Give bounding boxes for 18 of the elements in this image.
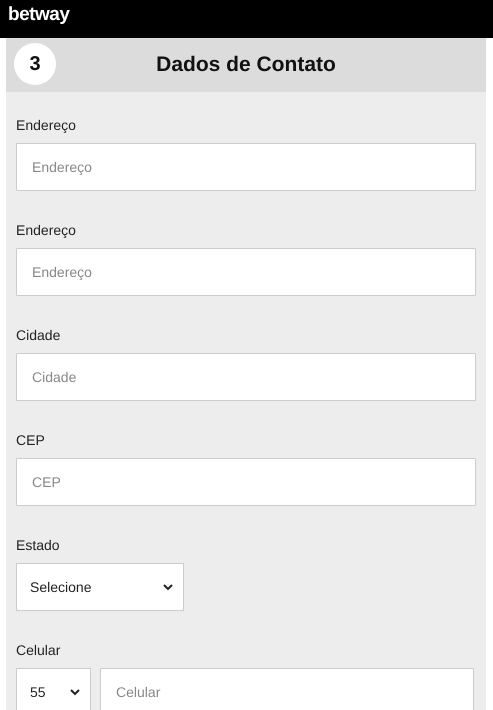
country-code-dropdown[interactable]: 55 [16,668,91,710]
field-label: Endereço [16,117,77,135]
chevron-down-icon [163,584,173,590]
input-field[interactable]: Endereço [16,143,476,191]
field-label: CEP [16,432,46,450]
field-label: Endereço [16,222,77,240]
input-field[interactable]: Endereço [16,248,476,296]
input-field[interactable]: Celular [100,668,474,710]
input-field[interactable]: Cidade [16,353,476,401]
chevron-down-icon [70,688,80,696]
state-dropdown[interactable]: Selecione [16,563,184,611]
input-field[interactable]: CEP [16,458,476,506]
field-label: Celular [16,642,62,660]
step-number: 3 [14,43,56,85]
section-title: Dados de Contato [156,53,336,77]
logo[interactable]: betway [8,4,70,26]
field-label: Cidade [16,327,62,345]
field-label: Estado [16,537,61,555]
